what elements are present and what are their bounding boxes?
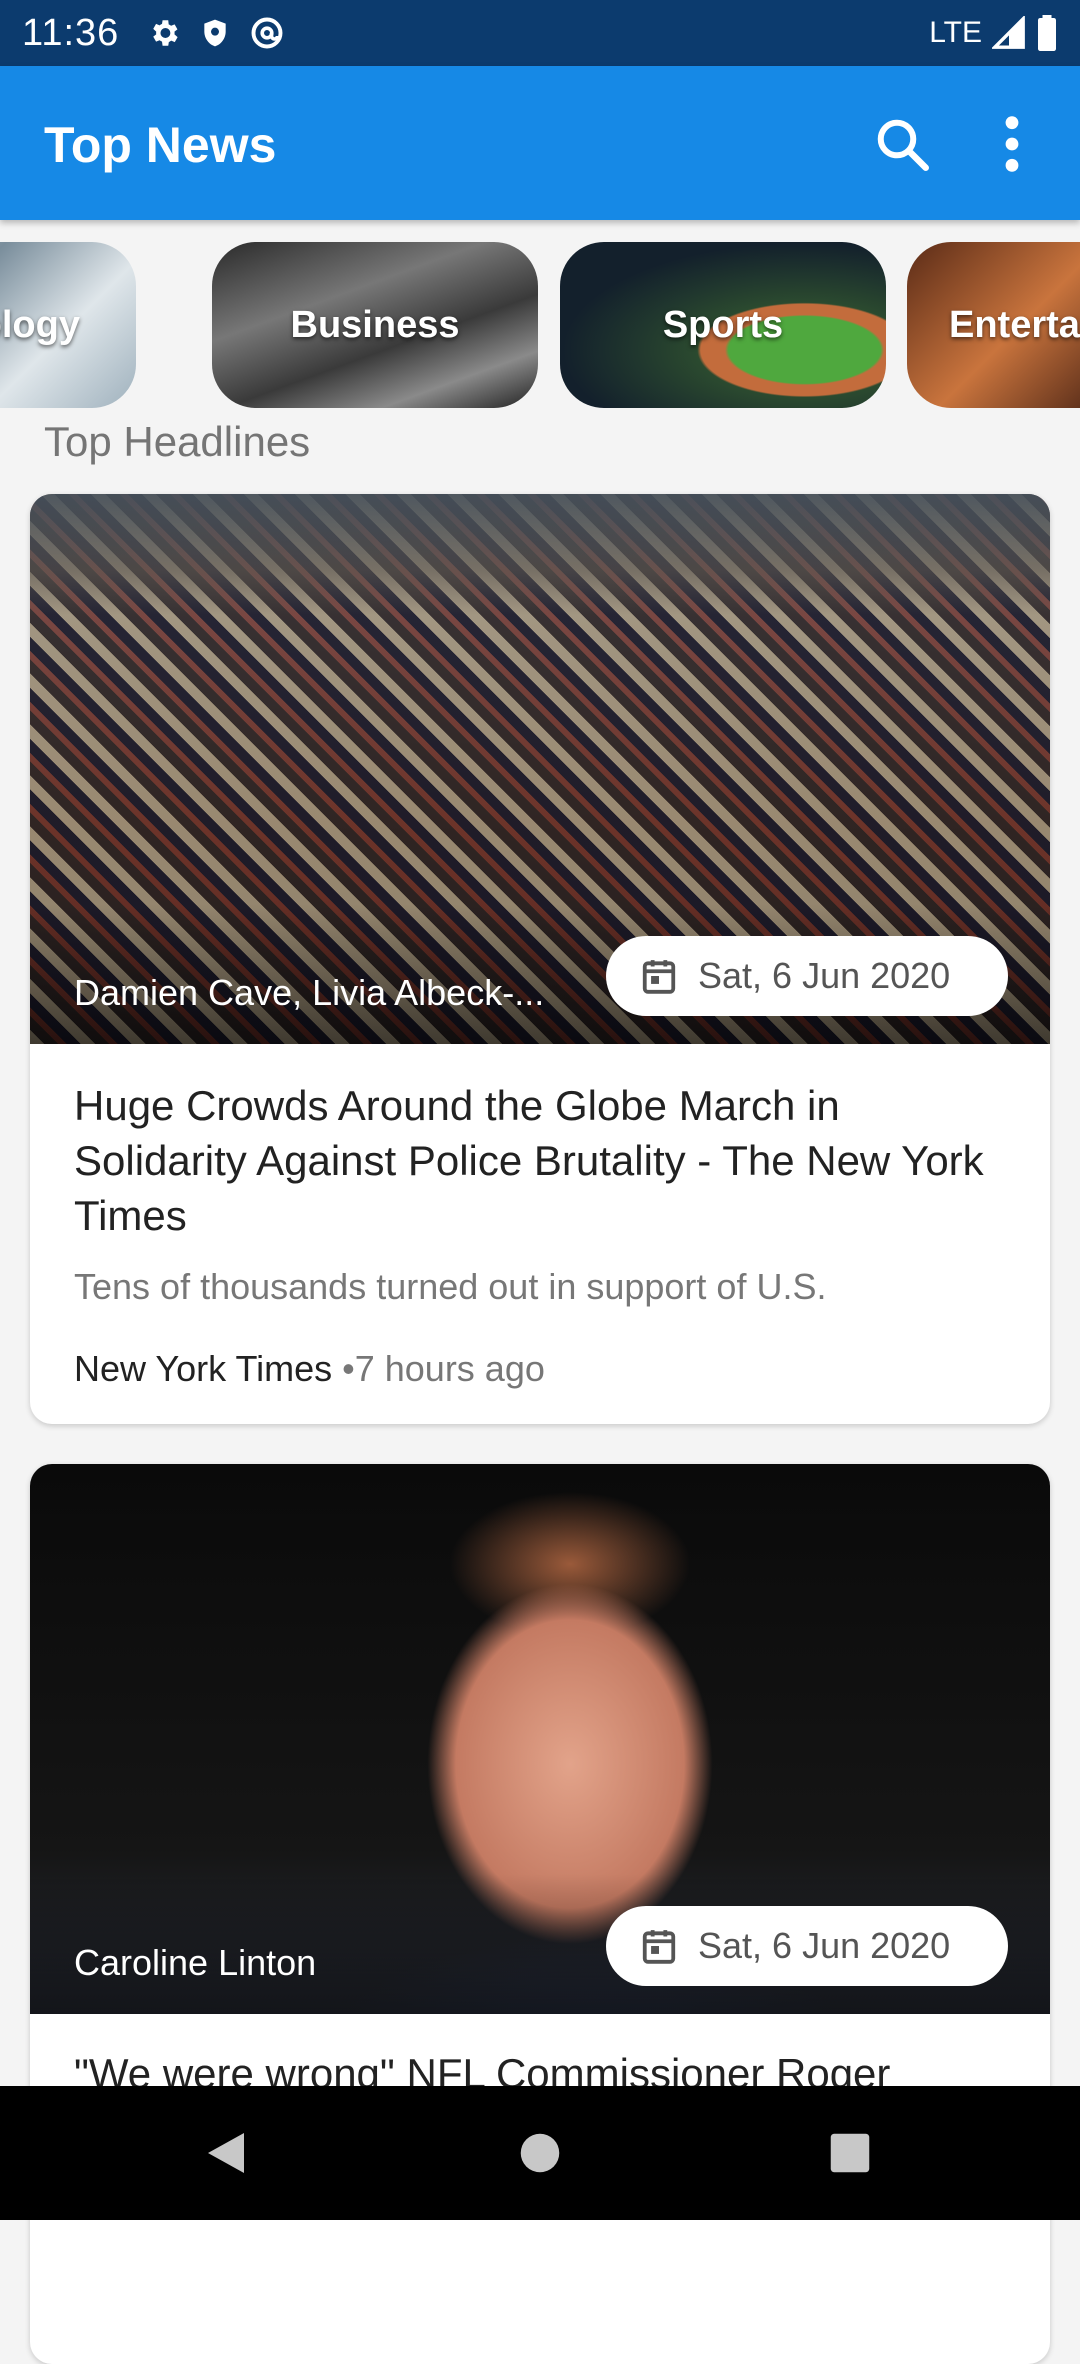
article-image: Damien Cave, Livia Albeck-... Sat, 6 Jun… — [30, 494, 1050, 1044]
article-date: Sat, 6 Jun 2020 — [698, 955, 951, 996]
article-date: Sat, 6 Jun 2020 — [698, 1925, 951, 1966]
category-list: nology Business Sports Enterta — [0, 242, 1080, 408]
article-author: Caroline Linton — [74, 1942, 317, 1983]
status-time: 11:36 — [22, 11, 120, 54]
more-vert-icon[interactable] — [990, 112, 1034, 176]
article-card[interactable]: Caroline Linton Sat, 6 Jun 2020 "We were… — [30, 1464, 1050, 2364]
category-business[interactable]: Business — [212, 242, 538, 408]
status-bar: 11:36 LTE — [0, 0, 1080, 66]
recents-icon — [830, 2133, 870, 2173]
section-title: Top Headlines — [44, 418, 311, 465]
settings-icon — [153, 20, 178, 46]
article-author: Damien Cave, Livia Albeck-... — [74, 972, 545, 1013]
category-entertainment[interactable]: Enterta — [907, 242, 1080, 408]
signal-icon — [992, 16, 1025, 49]
article-meta: New York Times •7 hours ago — [74, 1348, 545, 1390]
article-description: Tens of thousands turned out in support … — [74, 1266, 827, 1307]
article-card[interactable]: Damien Cave, Livia Albeck-... Sat, 6 Jun… — [30, 494, 1050, 1424]
network-type: LTE — [929, 16, 982, 49]
category-label: Sports — [662, 303, 784, 346]
search-icon[interactable] — [872, 114, 932, 174]
category-sports[interactable]: Sports — [560, 242, 886, 408]
article-image: Caroline Linton Sat, 6 Jun 2020 — [30, 1464, 1050, 2014]
back-icon — [208, 2133, 244, 2173]
calendar-icon — [642, 960, 676, 994]
date-badge: Sat, 6 Jun 2020 — [606, 936, 1008, 1016]
home-button[interactable] — [480, 2086, 600, 2220]
battery-icon — [1038, 15, 1056, 51]
calendar-icon — [642, 1930, 676, 1964]
recents-button[interactable] — [790, 2086, 910, 2220]
back-button[interactable] — [166, 2086, 286, 2220]
app-title: Top News — [44, 117, 277, 173]
category-label: Business — [290, 303, 460, 346]
shield-icon — [204, 19, 226, 47]
article-source: New York Times — [74, 1348, 333, 1389]
category-label: nology — [0, 303, 80, 346]
date-badge: Sat, 6 Jun 2020 — [606, 1906, 1008, 1986]
category-label: Enterta — [949, 303, 1080, 346]
app-bar: Top News — [0, 66, 1080, 220]
category-technology[interactable]: nology — [0, 242, 136, 408]
article-title: Huge Crowds Around the Globe March in So… — [74, 1082, 984, 1239]
at-sign-icon — [251, 17, 283, 49]
article-time-ago: •7 hours ago — [342, 1348, 545, 1389]
home-icon — [520, 2133, 560, 2173]
navigation-bar — [0, 2086, 1080, 2220]
